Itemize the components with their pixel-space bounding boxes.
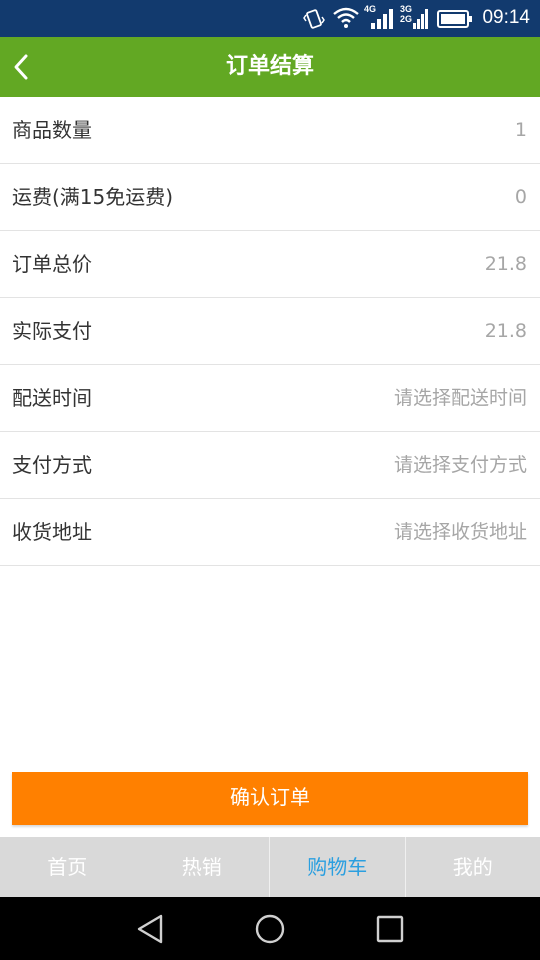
row-label: 配送时间 (12, 386, 92, 410)
vibrate-icon (303, 9, 325, 29)
confirm-order-button[interactable]: 确认订单 (12, 772, 528, 825)
title-bar: 订单结算 (0, 37, 540, 97)
wifi-icon (333, 7, 359, 28)
row-label: 商品数量 (12, 118, 92, 142)
page-title: 订单结算 (225, 54, 314, 79)
signal-icon (371, 9, 393, 29)
delivery-time-selector[interactable]: 请选择配送时间 (394, 365, 527, 432)
system-navigation-bar (0, 897, 540, 960)
payment-method-selector[interactable]: 请选择支付方式 (394, 432, 527, 499)
row-value: 1 (514, 119, 527, 141)
tab-home[interactable]: 首页 (0, 837, 135, 897)
nav-home-icon[interactable] (250, 909, 290, 949)
nav-recents-icon[interactable] (370, 909, 410, 949)
battery-icon (437, 10, 472, 28)
row-shipping-address[interactable]: 收货地址 请选择收货地址 (0, 499, 540, 566)
tab-mine[interactable]: 我的 (404, 837, 540, 897)
row-delivery-time[interactable]: 配送时间 请选择配送时间 (0, 365, 540, 432)
shipping-address-selector[interactable]: 请选择收货地址 (394, 499, 527, 566)
row-order-total: 订单总价 21.8 (0, 231, 540, 298)
row-label: 实际支付 (12, 319, 92, 343)
row-value: 21.8 (484, 320, 527, 342)
row-value: 0 (514, 186, 527, 208)
network-3g-2g-label: 3G 2G (400, 4, 413, 24)
row-payment-method[interactable]: 支付方式 请选择支付方式 (0, 432, 540, 499)
row-label: 运费(满15免运费) (12, 185, 174, 209)
order-summary-list: 商品数量 1 运费(满15免运费) 0 订单总价 21.8 实际支付 21.8 … (0, 97, 540, 566)
bottom-tab-bar: 首页 热销 购物车 我的 (0, 837, 540, 897)
row-label: 订单总价 (12, 252, 92, 276)
status-bar: 4G 3G 2G 09:14 (0, 0, 540, 37)
row-label: 支付方式 (12, 453, 92, 477)
row-label: 收货地址 (12, 520, 92, 544)
row-shipping-fee: 运费(满15免运费) 0 (0, 164, 540, 231)
tab-cart[interactable]: 购物车 (269, 837, 405, 897)
tab-hot-sales[interactable]: 热销 (135, 837, 270, 897)
nav-back-icon[interactable] (131, 909, 171, 949)
row-value: 21.8 (484, 253, 527, 275)
status-time: 09:14 (482, 7, 530, 28)
signal-2-icon (413, 9, 428, 29)
row-actual-payment: 实际支付 21.8 (0, 298, 540, 365)
row-item-count: 商品数量 1 (0, 97, 540, 164)
